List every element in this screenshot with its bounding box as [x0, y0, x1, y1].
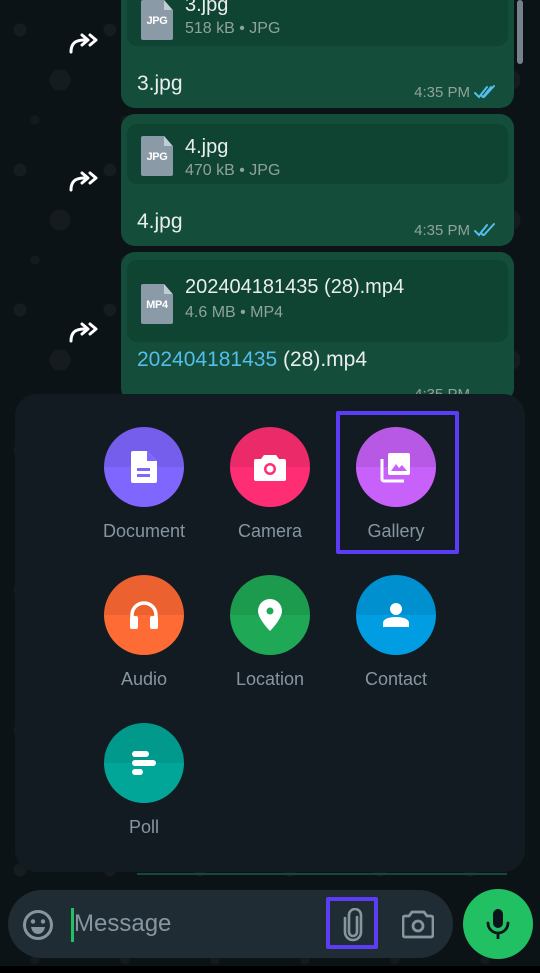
voice-record-button[interactable] — [463, 889, 533, 959]
camera-icon — [254, 455, 286, 481]
attach-label: Poll — [128, 817, 159, 837]
message-bubble[interactable]: JPG 3.jpg 518 kB • JPG 3.jpg 4:35 PM — [121, 0, 514, 108]
document-preview[interactable]: JPG 3.jpg 518 kB • JPG — [127, 0, 508, 46]
attach-location-button[interactable]: Location — [210, 575, 330, 690]
person-icon — [383, 603, 409, 627]
message-time: 4:35 PM — [414, 222, 470, 239]
attach-contact-button[interactable]: Contact — [336, 575, 456, 690]
document-icon — [131, 451, 157, 483]
read-ticks-icon — [474, 85, 495, 99]
poll-circle — [104, 723, 184, 803]
camera-circle — [230, 427, 310, 507]
message-caption: 3.jpg — [137, 72, 183, 95]
attach-audio-button[interactable]: Audio — [84, 575, 204, 690]
forwarded-icon — [69, 171, 98, 192]
attach-label: Document — [102, 521, 186, 541]
read-ticks-icon — [474, 223, 495, 237]
file-icon: JPG — [141, 0, 173, 40]
document-circle — [104, 427, 184, 507]
file-meta: 518 kB • JPG — [185, 20, 281, 37]
attach-poll-button[interactable]: Poll — [84, 723, 204, 838]
headphones-icon — [130, 601, 158, 629]
message-composer — [8, 890, 453, 958]
contact-circle — [356, 575, 436, 655]
forwarded-icon — [69, 33, 98, 54]
navigation-strip — [0, 966, 540, 973]
chat-scrollbar[interactable] — [517, 0, 523, 64]
message-input[interactable] — [74, 904, 314, 944]
sheet-divider — [137, 873, 507, 875]
attach-camera-button[interactable]: Camera — [210, 427, 330, 542]
attach-label: Location — [235, 669, 305, 689]
gallery-highlight-box — [336, 411, 459, 554]
location-circle — [230, 575, 310, 655]
attach-label: Audio — [120, 669, 168, 689]
file-name: 202404181435 (28).mp4 — [185, 276, 405, 298]
audio-circle — [104, 575, 184, 655]
file-meta: 4.6 MB • MP4 — [185, 304, 284, 321]
attach-label: Contact — [364, 669, 428, 689]
camera-icon[interactable] — [402, 909, 434, 939]
file-name: 3.jpg — [185, 0, 229, 16]
message-bubble[interactable]: JPG 4.jpg 470 kB • JPG 4.jpg 4:35 PM — [121, 114, 514, 246]
document-preview[interactable]: JPG 4.jpg 470 kB • JPG — [127, 124, 508, 184]
file-name: 4.jpg — [185, 136, 229, 158]
file-icon: JPG — [141, 136, 173, 176]
file-icon: MP4 — [141, 284, 173, 324]
message-bubble[interactable]: MP4 202404181435 (28).mp4 4.6 MB • MP4 2… — [121, 252, 514, 403]
attach-label: Camera — [237, 521, 303, 541]
microphone-icon — [486, 909, 510, 939]
file-meta: 470 kB • JPG — [185, 162, 281, 179]
caption-link[interactable]: 202404181435 — [137, 348, 277, 371]
forwarded-icon — [69, 322, 98, 343]
message-caption: 4.jpg — [137, 210, 183, 233]
location-pin-icon — [258, 599, 282, 631]
attach-document-button[interactable]: Document — [84, 427, 204, 542]
message-caption: 202404181435 (28).mp4 — [137, 348, 368, 371]
attach-highlight-box — [326, 897, 378, 949]
document-preview[interactable]: MP4 202404181435 (28).mp4 4.6 MB • MP4 — [127, 260, 508, 342]
poll-icon — [132, 751, 156, 775]
message-time: 4:35 PM — [414, 84, 470, 101]
emoji-icon[interactable] — [22, 909, 54, 941]
